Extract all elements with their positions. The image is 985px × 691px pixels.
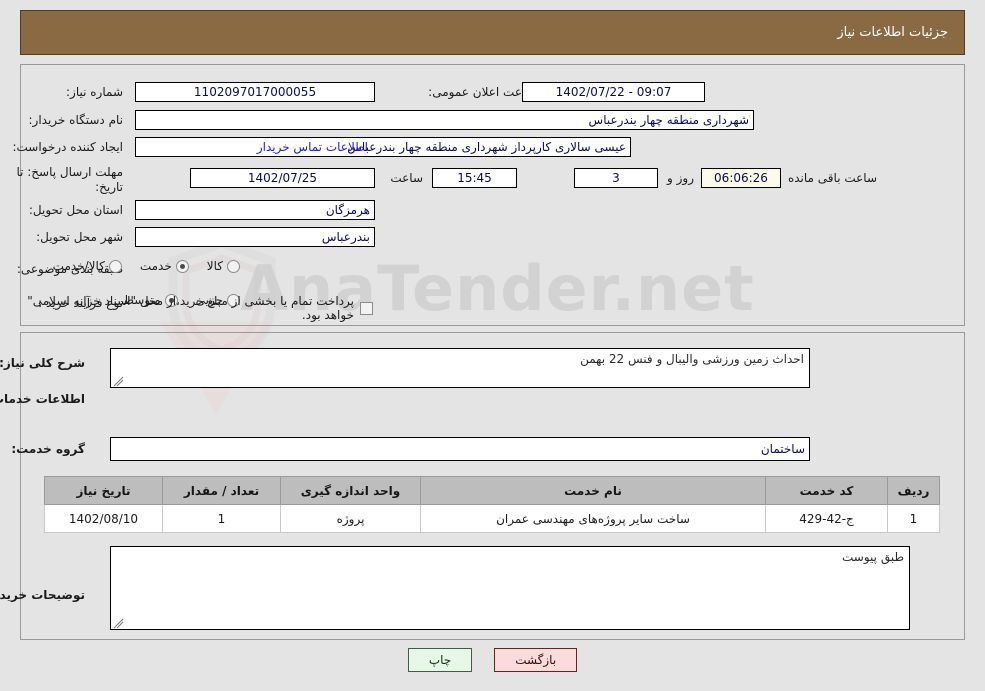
deadline-label: مهلت ارسال پاسخ: تا تاریخ: <box>16 165 123 194</box>
category-option-label: کالا <box>206 259 223 273</box>
radio-icon[interactable] <box>108 259 122 273</box>
table-row: 1 ج-42-429 ساخت سایر پروژه‌های مهندسی عم… <box>44 504 940 533</box>
requester-label: ایجاد کننده درخواست: <box>12 140 123 154</box>
category-option-kala[interactable]: کالا <box>207 259 240 273</box>
buyer-org-input[interactable] <box>135 110 754 130</box>
buyer-org-label: نام دستگاه خریدار: <box>28 113 124 127</box>
need-summary-textarea[interactable] <box>110 348 810 388</box>
col-header-need-date: تاریخ نیاز <box>44 476 163 505</box>
treasury-docs-checkbox-wrap[interactable]: پرداخت تمام یا بخشی از مبلغ خرید،از محل … <box>0 294 373 322</box>
deadline-time-input[interactable] <box>432 168 517 188</box>
page-header: جزئیات اطلاعات نیاز <box>20 10 965 55</box>
action-buttons: بازگشت چاپ <box>0 648 985 672</box>
service-group-label: گروه خدمت: <box>11 442 85 456</box>
category-option-label: خدمت <box>139 259 172 273</box>
radio-icon[interactable] <box>227 259 240 273</box>
treasury-docs-note: پرداخت تمام یا بخشی از مبلغ خرید،از محل … <box>27 294 354 322</box>
cell-unit: پروژه <box>280 504 421 533</box>
service-group-input[interactable] <box>110 437 810 461</box>
need-info-panel <box>20 64 965 326</box>
back-button[interactable]: بازگشت <box>494 648 578 672</box>
radio-icon[interactable] <box>175 259 189 273</box>
buyer-contact-link[interactable]: اطلاعات تماس خریدار <box>257 140 368 154</box>
category-option-khedmat[interactable]: خدمت <box>140 259 189 273</box>
services-section-title: اطلاعات خدمات مورد نیاز <box>0 392 85 406</box>
category-radio-group: کالا خدمت کالا/خدمت <box>35 259 240 273</box>
countdown-input[interactable] <box>701 168 781 188</box>
delivery-province-input[interactable] <box>135 200 375 220</box>
cell-service-name: ساخت سایر پروژه‌های مهندسی عمران <box>420 504 766 533</box>
col-header-quantity: تعداد / مقدار <box>162 476 281 505</box>
col-header-unit: واحد اندازه گیری <box>280 476 421 505</box>
page-title: جزئیات اطلاعات نیاز <box>837 25 948 40</box>
cell-need-date: 1402/08/10 <box>44 504 163 533</box>
announce-datetime-input[interactable] <box>522 82 705 102</box>
col-header-service-code: کد خدمت <box>765 476 888 505</box>
delivery-city-input[interactable] <box>135 227 375 247</box>
checkbox-icon[interactable] <box>360 301 373 315</box>
services-table: ردیف کد خدمت نام خدمت واحد اندازه گیری ت… <box>44 476 940 533</box>
remaining-days-label: روز و <box>667 171 694 185</box>
need-number-input[interactable] <box>135 82 375 102</box>
buyer-notes-label: توضیحات خریدار: <box>0 588 85 602</box>
remaining-days-input[interactable] <box>574 168 658 188</box>
need-number-label: شماره نیاز: <box>66 85 123 99</box>
cell-quantity: 1 <box>162 504 281 533</box>
countdown-label: ساعت باقی مانده <box>787 171 877 185</box>
delivery-city-label: شهر محل تحویل: <box>36 230 123 244</box>
print-button[interactable]: چاپ <box>407 648 473 672</box>
table-header-row: ردیف کد خدمت نام خدمت واحد اندازه گیری ت… <box>44 476 940 505</box>
col-header-radif: ردیف <box>887 476 940 505</box>
requester-input[interactable] <box>135 137 631 157</box>
deadline-date-input[interactable] <box>190 168 375 188</box>
cell-radif: 1 <box>887 504 940 533</box>
need-summary-label: شرح کلی نیاز: <box>0 356 85 370</box>
col-header-service-name: نام خدمت <box>420 476 766 505</box>
delivery-province-label: استان محل تحویل: <box>28 203 123 217</box>
category-option-label: کالا/خدمت <box>52 259 105 273</box>
deadline-time-label: ساعت <box>390 171 423 185</box>
services-table-wrap: ردیف کد خدمت نام خدمت واحد اندازه گیری ت… <box>44 476 940 533</box>
buyer-notes-textarea[interactable] <box>110 546 910 630</box>
cell-service-code: ج-42-429 <box>765 504 888 533</box>
category-option-kala-khedmat[interactable]: کالا/خدمت <box>53 259 122 273</box>
